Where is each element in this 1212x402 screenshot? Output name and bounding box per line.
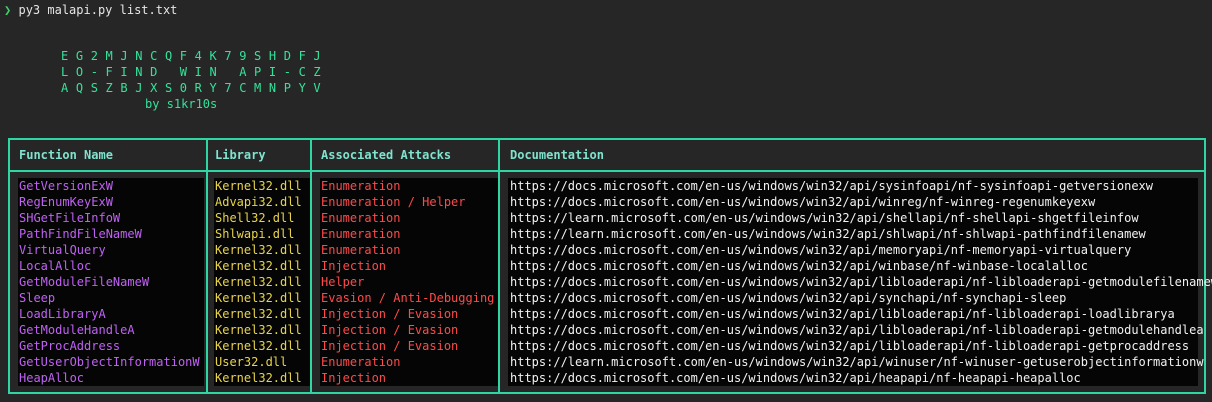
library-cell: Kernel32.dll — [215, 307, 302, 321]
table-row: LoadLibraryA Kernel32.dll Injection / Evas… — [10, 306, 1204, 322]
function-name-cell: PathFindFileNameW — [19, 227, 142, 241]
documentation-link[interactable]: https://learn.microsoft.com/en-us/window… — [510, 354, 1204, 370]
function-name-cell: GetModuleHandleA — [19, 323, 135, 337]
attacks-cell: Injection — [321, 371, 387, 385]
header-function-name: Function Name — [19, 148, 113, 162]
table-row: GetProcAddress Kernel32.dll Injection / Ev… — [10, 338, 1204, 354]
banner-line: A Q S Z B J X S 0 R Y 7 C M N P Y V — [61, 81, 321, 95]
banner-line: E G 2 M J N C Q F 4 K 7 9 S H D F J — [61, 49, 321, 63]
table-rows: GetVersionExW Kernel32.dll Enumeration http… — [10, 178, 1212, 386]
library-cell: User32.dll — [215, 355, 288, 369]
function-name-cell: LoadLibraryA — [19, 307, 106, 321]
documentation-link[interactable]: https://docs.microsoft.com/en-us/windows… — [510, 290, 1066, 306]
header-associated-attacks: Associated Attacks — [321, 148, 452, 162]
attacks-cell: Injection / Evasion — [321, 339, 459, 353]
table-row: RegEnumKeyExW Advapi32.dll Enumeration / H… — [10, 194, 1204, 210]
library-cell: Kernel32.dll — [215, 291, 302, 305]
library-cell: Kernel32.dll — [215, 259, 302, 273]
table-row: SHGetFileInfoW Shell32.dll Enumeration http… — [10, 210, 1204, 226]
ascii-banner: E G 2 M J N C Q F 4 K 7 9 S H D F J L O -… — [61, 48, 321, 96]
table-row: PathFindFileNameW Shlwapi.dll Enumeration h… — [10, 226, 1204, 242]
command-text: py3 malapi.py list.txt — [18, 3, 178, 17]
function-name-cell: GetProcAddress — [19, 339, 121, 353]
library-cell: Kernel32.dll — [215, 243, 302, 257]
header-documentation: Documentation — [510, 148, 604, 162]
attacks-cell: Enumeration — [321, 211, 401, 225]
documentation-link[interactable]: https://docs.microsoft.com/en-us/windows… — [510, 194, 1095, 210]
table-header-row: Function Name Library Associated Attacks… — [10, 140, 1204, 172]
library-cell: Kernel32.dll — [215, 339, 302, 353]
api-table: Function Name Library Associated Attacks… — [8, 138, 1212, 394]
prompt-symbol: ❯ — [4, 3, 12, 17]
documentation-link[interactable]: https://docs.microsoft.com/en-us/windows… — [510, 258, 1088, 274]
table-row: LocalAlloc Kernel32.dll Injection https://d… — [10, 258, 1204, 274]
documentation-link[interactable]: https://docs.microsoft.com/en-us/windows… — [510, 338, 1189, 354]
documentation-link[interactable]: https://learn.microsoft.com/en-us/window… — [510, 210, 1139, 226]
function-name-cell: GetUserObjectInformationW — [19, 355, 200, 369]
library-cell: Kernel32.dll — [215, 371, 302, 385]
documentation-link[interactable]: https://docs.microsoft.com/en-us/windows… — [510, 306, 1175, 322]
function-name-cell: LocalAlloc — [19, 259, 92, 273]
documentation-link[interactable]: https://docs.microsoft.com/en-us/windows… — [510, 274, 1212, 290]
attacks-cell: Enumeration — [321, 355, 401, 369]
function-name-cell: VirtualQuery — [19, 243, 106, 257]
function-name-cell: GetModuleFileNameW — [19, 275, 150, 289]
library-cell: Kernel32.dll — [215, 323, 302, 337]
library-cell: Kernel32.dll — [215, 179, 302, 193]
documentation-link[interactable]: https://docs.microsoft.com/en-us/windows… — [510, 370, 1081, 386]
banner-byline: by s1kr10s — [145, 97, 218, 111]
function-name-cell: HeapAlloc — [19, 371, 85, 385]
table-row: GetVersionExW Kernel32.dll Enumeration http… — [10, 178, 1204, 194]
function-name-cell: GetVersionExW — [19, 179, 113, 193]
table-row: GetUserObjectInformationW User32.dll Enume… — [10, 354, 1204, 370]
attacks-cell: Injection / Evasion — [321, 307, 459, 321]
terminal-prompt: ❯ py3 malapi.py list.txt — [4, 2, 177, 18]
table-row: HeapAlloc Kernel32.dll Injection https://do… — [10, 370, 1204, 386]
library-cell: Shell32.dll — [215, 211, 295, 225]
attacks-cell: Enumeration / Helper — [321, 195, 466, 209]
table-row: GetModuleHandleA Kernel32.dll Injection / … — [10, 322, 1204, 338]
attacks-cell: Injection — [321, 259, 387, 273]
table-row: VirtualQuery Kernel32.dll Enumeration https… — [10, 242, 1204, 258]
function-name-cell: SHGetFileInfoW — [19, 211, 121, 225]
attacks-cell: Helper — [321, 275, 365, 289]
attacks-cell: Injection / Evasion — [321, 323, 459, 337]
header-library: Library — [215, 148, 266, 162]
attacks-cell: Enumeration — [321, 227, 401, 241]
documentation-link[interactable]: https://learn.microsoft.com/en-us/window… — [510, 226, 1146, 242]
attacks-cell: Evasion / Anti-Debugging — [321, 291, 495, 305]
documentation-link[interactable]: https://docs.microsoft.com/en-us/windows… — [510, 322, 1204, 338]
attacks-cell: Enumeration — [321, 243, 401, 257]
table-row: Sleep Kernel32.dll Evasion / Anti-Debuggin… — [10, 290, 1204, 306]
library-cell: Kernel32.dll — [215, 275, 302, 289]
library-cell: Advapi32.dll — [215, 195, 302, 209]
function-name-cell: Sleep — [19, 291, 56, 305]
documentation-link[interactable]: https://docs.microsoft.com/en-us/windows… — [510, 178, 1153, 194]
table-row: GetModuleFileNameW Kernel32.dll Helper http… — [10, 274, 1212, 290]
banner-line: L O - F I N D W I N A P I - C Z — [61, 65, 321, 79]
function-name-cell: RegEnumKeyExW — [19, 195, 113, 209]
library-cell: Shlwapi.dll — [215, 227, 295, 241]
documentation-link[interactable]: https://docs.microsoft.com/en-us/windows… — [510, 242, 1131, 258]
attacks-cell: Enumeration — [321, 179, 401, 193]
